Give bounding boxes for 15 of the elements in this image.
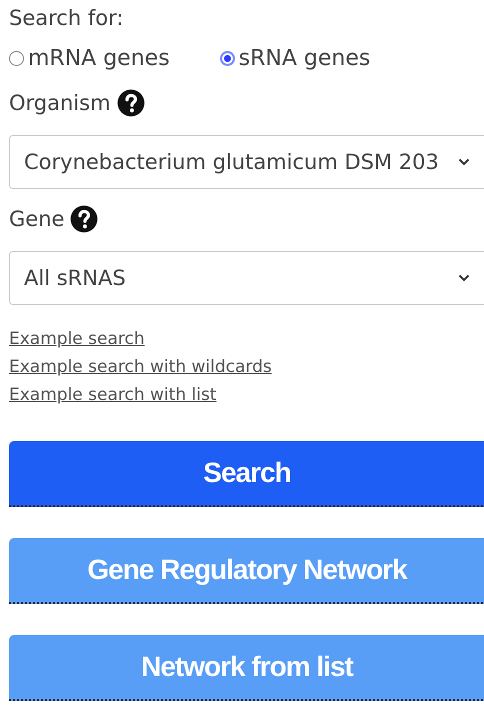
organism-label: Organism <box>9 90 111 117</box>
help-icon[interactable] <box>70 205 98 233</box>
example-link[interactable]: Example search with list <box>9 381 216 409</box>
organism-select[interactable]: Corynebacterium glutamicum DSM 203 <box>9 135 484 189</box>
radio-button[interactable] <box>220 51 235 66</box>
chevron-down-icon <box>458 274 470 282</box>
example-link[interactable]: Example search <box>9 325 145 353</box>
example-link[interactable]: Example search with wildcards <box>9 353 272 381</box>
radio-button[interactable] <box>9 51 24 66</box>
help-icon[interactable] <box>116 89 145 117</box>
chevron-down-icon <box>458 158 470 166</box>
gene-select[interactable]: All sRNAS <box>9 251 484 305</box>
search-for-label: Search for: <box>9 6 124 30</box>
action-button[interactable]: Search <box>9 441 484 507</box>
gene-label: Gene <box>9 206 64 233</box>
